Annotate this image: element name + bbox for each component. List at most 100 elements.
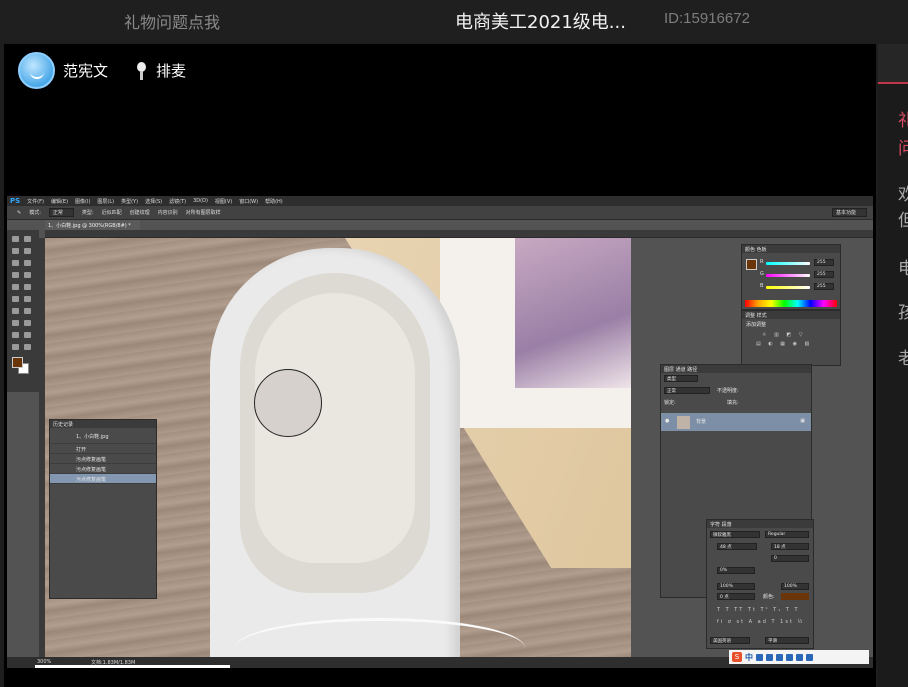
r-slider[interactable] bbox=[766, 262, 810, 265]
brush-tool-icon[interactable] bbox=[24, 272, 31, 278]
layer-kind-filter[interactable]: 类型 bbox=[664, 375, 698, 382]
eraser-tool-icon[interactable] bbox=[12, 296, 19, 302]
antialias-select[interactable]: 平滑 bbox=[765, 637, 809, 644]
quick-select-tool-icon[interactable] bbox=[24, 248, 31, 254]
adjustment-icons[interactable]: ☼ ▥ ◩ ▽ bbox=[742, 330, 840, 340]
type-option-texture[interactable]: 创建纹理 bbox=[130, 209, 150, 216]
history-brush-tool-icon[interactable] bbox=[24, 284, 31, 290]
tab-layers[interactable]: 图层 bbox=[664, 367, 674, 373]
baseline-shift-field[interactable]: 0 点 bbox=[717, 593, 755, 600]
tab-swatches[interactable]: 色板 bbox=[757, 247, 767, 253]
gift-help-link[interactable]: 礼物问题点我 bbox=[124, 9, 220, 33]
status-progress-bar bbox=[35, 665, 230, 668]
emoji-icon[interactable] bbox=[766, 653, 773, 661]
gradient-tool-icon[interactable] bbox=[24, 296, 31, 302]
font-style-select[interactable]: Regular bbox=[765, 531, 809, 538]
tab-styles[interactable]: 样式 bbox=[757, 313, 767, 319]
ime-toolbar[interactable]: S 中 bbox=[729, 650, 869, 664]
history-step[interactable]: 污点修复画笔 bbox=[50, 454, 156, 464]
b-slider[interactable] bbox=[766, 286, 810, 289]
punctuation-icon[interactable] bbox=[756, 653, 763, 661]
tab-color[interactable]: 颜色 bbox=[745, 247, 755, 253]
tab-paths[interactable]: 路径 bbox=[687, 367, 697, 373]
sample-all-layers-checkbox[interactable]: 对所有图层取样 bbox=[186, 209, 221, 216]
vertical-scale-field[interactable]: 100% bbox=[717, 583, 755, 590]
blur-tool-icon[interactable] bbox=[12, 308, 19, 314]
blend-mode-select[interactable]: 正常 bbox=[664, 387, 710, 394]
g-label: G bbox=[760, 271, 764, 277]
menu-filter[interactable]: 滤镜(T) bbox=[169, 198, 186, 205]
lasso-tool-icon[interactable] bbox=[12, 248, 19, 254]
menu-type[interactable]: 类型(Y) bbox=[121, 198, 138, 205]
horizontal-scale-field[interactable]: 100% bbox=[781, 583, 809, 590]
foreground-color-swatch[interactable] bbox=[12, 357, 23, 368]
host-avatar[interactable] bbox=[18, 52, 55, 89]
tab-channels[interactable]: 通道 bbox=[676, 367, 686, 373]
zoom-tool-icon[interactable] bbox=[24, 344, 31, 350]
menu-image[interactable]: 图像(I) bbox=[75, 198, 90, 205]
dodge-tool-icon[interactable] bbox=[24, 308, 31, 314]
menu-window[interactable]: 窗口(W) bbox=[239, 198, 258, 205]
history-step[interactable]: 污点修复画笔 bbox=[50, 464, 156, 474]
keyboard-icon[interactable] bbox=[786, 653, 793, 661]
visibility-eye-icon[interactable]: ● bbox=[665, 418, 669, 424]
path-select-tool-icon[interactable] bbox=[12, 332, 19, 338]
voice-icon[interactable] bbox=[776, 653, 783, 661]
g-value[interactable]: 255 bbox=[814, 271, 834, 278]
menu-help[interactable]: 帮助(H) bbox=[265, 198, 283, 205]
text-color-swatch[interactable] bbox=[781, 593, 809, 600]
history-panel: 历史记录 1、小白鞋.jpg 打开 污点修复画笔 污点修复画笔 污点修复画笔 bbox=[49, 419, 157, 599]
marquee-tool-icon[interactable] bbox=[24, 236, 31, 242]
ps-options-bar: ✎ 模式: 正常 类型: 近似匹配 创建纹理 内容识别 对所有图层取样 基本功能 bbox=[7, 206, 873, 220]
sidebar-tab-active[interactable] bbox=[878, 44, 908, 84]
history-step-current[interactable]: 污点修复画笔 bbox=[50, 474, 156, 484]
type-option-content-aware[interactable]: 内容识别 bbox=[158, 209, 178, 216]
tracking-field[interactable]: 0 bbox=[771, 555, 809, 562]
crop-tool-icon[interactable] bbox=[12, 260, 19, 266]
ime-language[interactable]: 中 bbox=[745, 652, 753, 663]
move-tool-icon[interactable] bbox=[12, 236, 19, 242]
tsume-field[interactable]: 0% bbox=[717, 567, 755, 574]
b-value[interactable]: 255 bbox=[814, 283, 834, 290]
text-tool-icon[interactable] bbox=[24, 320, 31, 326]
menu-3d[interactable]: 3D(D) bbox=[193, 198, 208, 204]
pen-tool-icon[interactable] bbox=[12, 320, 19, 326]
r-value[interactable]: 255 bbox=[814, 259, 834, 266]
shape-tool-icon[interactable] bbox=[24, 332, 31, 338]
mic-queue-button[interactable]: 排麦 bbox=[136, 60, 186, 81]
healing-brush-tool-icon[interactable] bbox=[12, 272, 19, 278]
text-style-buttons[interactable]: T T TT Tt T¹ T₁ T T bbox=[717, 607, 800, 613]
tab-adjustments[interactable]: 调整 bbox=[745, 313, 755, 319]
opentype-buttons[interactable]: fi σ st A ad T 1st ½ bbox=[717, 619, 804, 625]
opacity-label: 不透明度: bbox=[717, 388, 739, 394]
menu-layer[interactable]: 图层(L) bbox=[97, 198, 114, 205]
workspace-select[interactable]: 基本功能 bbox=[831, 208, 867, 217]
hand-tool-icon[interactable] bbox=[12, 344, 19, 350]
mode-select[interactable]: 正常 bbox=[48, 208, 74, 217]
type-option-proximity[interactable]: 近似匹配 bbox=[102, 209, 122, 216]
g-slider[interactable] bbox=[766, 274, 810, 277]
clone-stamp-tool-icon[interactable] bbox=[12, 284, 19, 290]
document-tab[interactable]: 1、小白鞋.jpg @ 300%(RGB/8#) * bbox=[45, 220, 140, 230]
history-snapshot[interactable]: 1、小白鞋.jpg bbox=[50, 428, 156, 444]
host-info[interactable]: 范宪文 bbox=[18, 52, 108, 89]
menu-edit[interactable]: 编辑(E) bbox=[51, 198, 68, 205]
font-family-select[interactable]: 微软雅黑 bbox=[710, 531, 760, 538]
language-select[interactable]: 美国英语 bbox=[710, 637, 750, 644]
brush-tool-icon[interactable]: ✎ bbox=[17, 210, 21, 216]
tab-paragraph[interactable]: 段落 bbox=[722, 522, 732, 528]
menu-file[interactable]: 文件(F) bbox=[27, 198, 44, 205]
menu-select[interactable]: 选择(S) bbox=[145, 198, 162, 205]
leading-field[interactable]: 18 点 bbox=[771, 543, 809, 550]
color-spectrum[interactable] bbox=[745, 300, 837, 307]
history-step-open[interactable]: 打开 bbox=[50, 444, 156, 454]
menu-view[interactable]: 视图(V) bbox=[215, 198, 232, 205]
skin-icon[interactable] bbox=[796, 653, 803, 661]
color-panel-foreground-swatch[interactable] bbox=[746, 259, 757, 270]
toolbox-icon[interactable] bbox=[806, 653, 813, 661]
layer-row-background[interactable]: ● 背景 ▣ bbox=[661, 413, 811, 431]
tab-character[interactable]: 字符 bbox=[710, 522, 720, 528]
font-size-field[interactable]: 48 点 bbox=[717, 543, 757, 550]
adjustment-icons-row2[interactable]: ▤ ◐ ▦ ◉ ▧ bbox=[742, 340, 840, 348]
eyedropper-tool-icon[interactable] bbox=[24, 260, 31, 266]
